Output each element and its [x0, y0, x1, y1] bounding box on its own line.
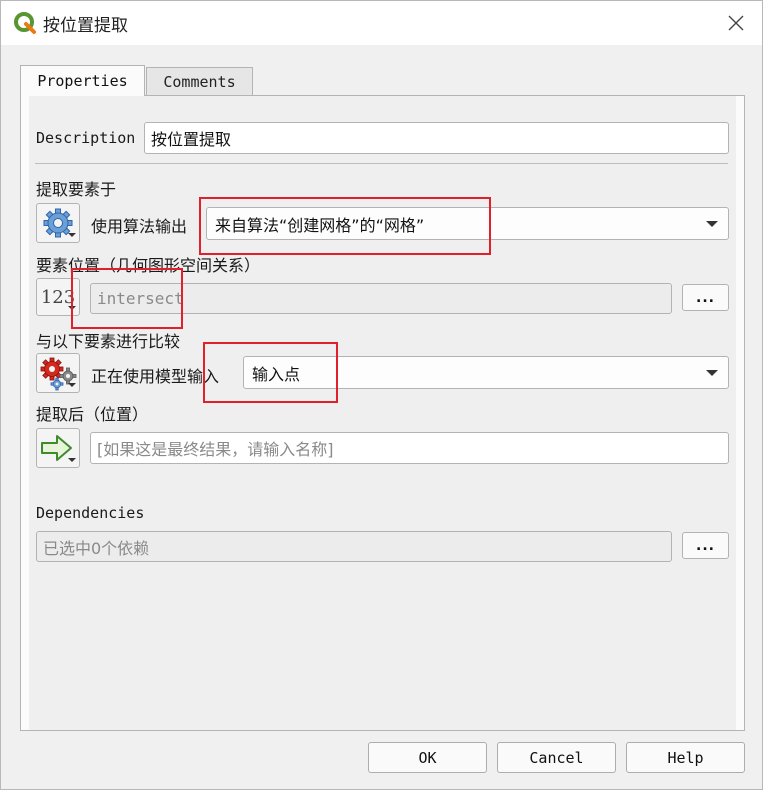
highlight-box: [199, 197, 491, 255]
divider: [35, 163, 728, 164]
chevron-down-icon: [706, 220, 718, 227]
gear-icon: [43, 208, 73, 238]
highlight-box: [203, 342, 338, 403]
model-input-source-button[interactable]: [36, 353, 80, 393]
algorithm-output-source-button[interactable]: [36, 203, 80, 243]
help-button[interactable]: Help: [626, 742, 745, 773]
chevron-down-icon: [68, 383, 76, 387]
predicate-more-button[interactable]: ...: [682, 284, 729, 311]
model-input-label: 正在使用模型输入: [91, 367, 220, 386]
close-button[interactable]: [718, 7, 754, 39]
arrow-right-icon: [41, 435, 72, 461]
qgis-logo-icon: [13, 11, 37, 35]
highlight-box: [71, 268, 183, 329]
dependencies-input[interactable]: 已选中0个依赖: [36, 531, 672, 562]
algorithm-output-label: 使用算法输出: [91, 217, 188, 236]
cancel-button[interactable]: Cancel: [497, 742, 616, 773]
output-label: 提取后（位置）: [36, 405, 149, 424]
chevron-down-icon: [706, 369, 718, 376]
extract-features-label: 提取要素于: [36, 180, 117, 199]
close-icon: [728, 15, 744, 31]
chevron-down-icon: [68, 233, 76, 237]
tab-properties[interactable]: Properties: [20, 65, 145, 96]
dependencies-more-button[interactable]: ...: [682, 532, 729, 559]
output-destination-button[interactable]: [36, 428, 80, 468]
output-name-input[interactable]: [如果这是最终结果，请输入名称]: [90, 432, 729, 464]
compare-label: 与以下要素进行比较: [36, 332, 181, 351]
tab-comments[interactable]: Comments: [146, 67, 253, 95]
title-bar: 按位置提取: [1, 1, 762, 45]
description-label: Description: [36, 129, 136, 147]
chevron-down-icon: [68, 458, 76, 462]
window-title: 按位置提取: [43, 16, 128, 36]
ok-button[interactable]: OK: [368, 742, 487, 773]
dependencies-label: Dependencies: [36, 504, 145, 522]
dialog-window: 按位置提取 Properties Comments Description 按位…: [0, 0, 763, 790]
description-input[interactable]: 按位置提取: [144, 122, 729, 154]
multi-gear-icon: [40, 357, 77, 391]
